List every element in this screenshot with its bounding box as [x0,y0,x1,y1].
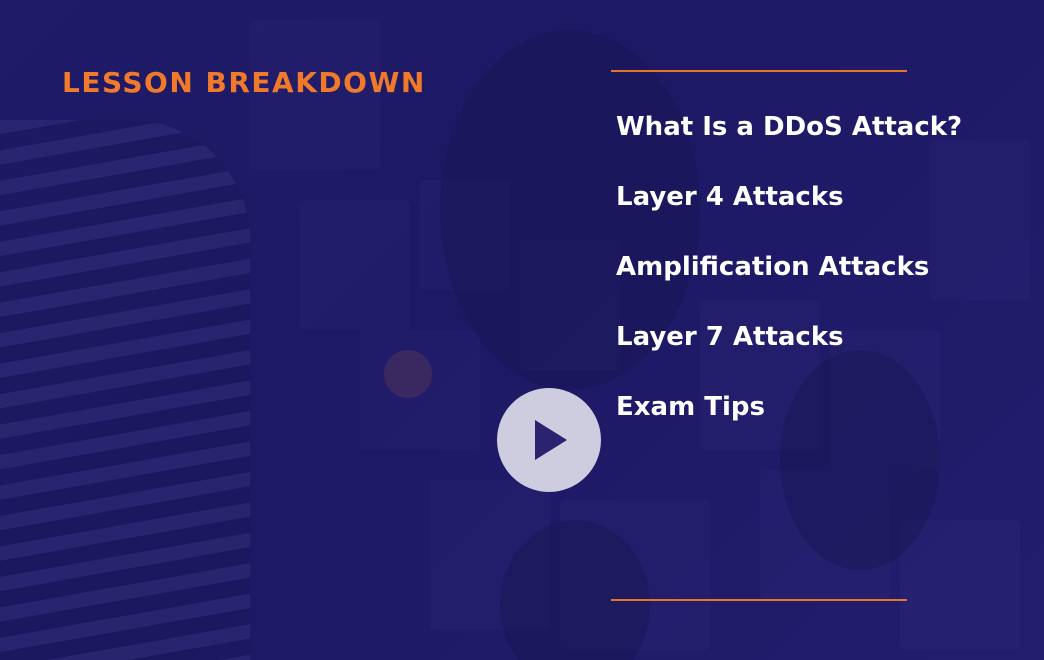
video-player[interactable]: LESSON BREAKDOWN What Is a DDoS Attack? … [0,0,1044,660]
topic-item: What Is a DDoS Attack? [616,112,963,142]
topic-item: Layer 4 Attacks [616,182,844,212]
topic-item: Exam Tips [616,392,765,422]
topic-list: What Is a DDoS Attack? Layer 4 Attacks A… [616,104,962,454]
lesson-breakdown-heading: LESSON BREAKDOWN [62,66,426,99]
play-icon [535,420,567,460]
topic-item: Layer 7 Attacks [616,322,844,352]
top-divider [611,70,907,72]
bottom-divider [611,599,907,601]
topic-item: Amplification Attacks [616,252,930,282]
play-button[interactable] [497,388,601,492]
